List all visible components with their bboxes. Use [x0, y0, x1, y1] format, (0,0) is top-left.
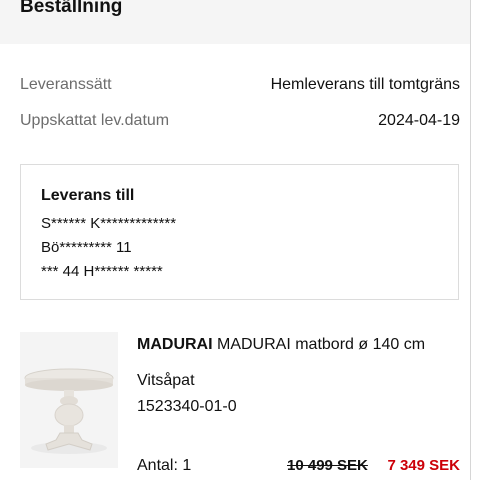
delivery-address-card: Leverans till S****** K************* Bö*…	[20, 164, 459, 300]
delivery-date-value: 2024-04-19	[378, 112, 460, 129]
address-street: Bö********* 11	[41, 239, 132, 256]
product-name: MADURAI matbord ø 140 cm	[217, 336, 426, 353]
address-name: S****** K*************	[41, 215, 177, 232]
delivery-address-title: Leverans till	[41, 187, 135, 204]
product-article-number: 1523340-01-0	[137, 398, 237, 415]
delivery-date-label: Uppskattat lev.datum	[20, 112, 170, 129]
page-title: Beställning	[20, 0, 123, 17]
product-brand: MADURAI	[137, 336, 213, 353]
round-dining-table-image	[24, 368, 114, 454]
delivery-method-value: Hemleverans till tomtgräns	[270, 76, 460, 93]
address-city: *** 44 H****** *****	[41, 263, 163, 280]
product-title[interactable]: MADURAI MADURAI matbord ø 140 cm	[137, 336, 425, 354]
product-quantity: Antal: 1	[137, 457, 192, 474]
order-header: Beställning	[0, 0, 471, 44]
scrollbar[interactable]	[470, 0, 480, 480]
original-price: 10 499 SEK	[287, 457, 368, 474]
sale-price: 7 349 SEK	[387, 457, 460, 474]
product-variant: Vitsåpat	[137, 372, 195, 389]
product-image[interactable]	[20, 332, 118, 468]
delivery-method-label: Leveranssätt	[20, 76, 112, 93]
